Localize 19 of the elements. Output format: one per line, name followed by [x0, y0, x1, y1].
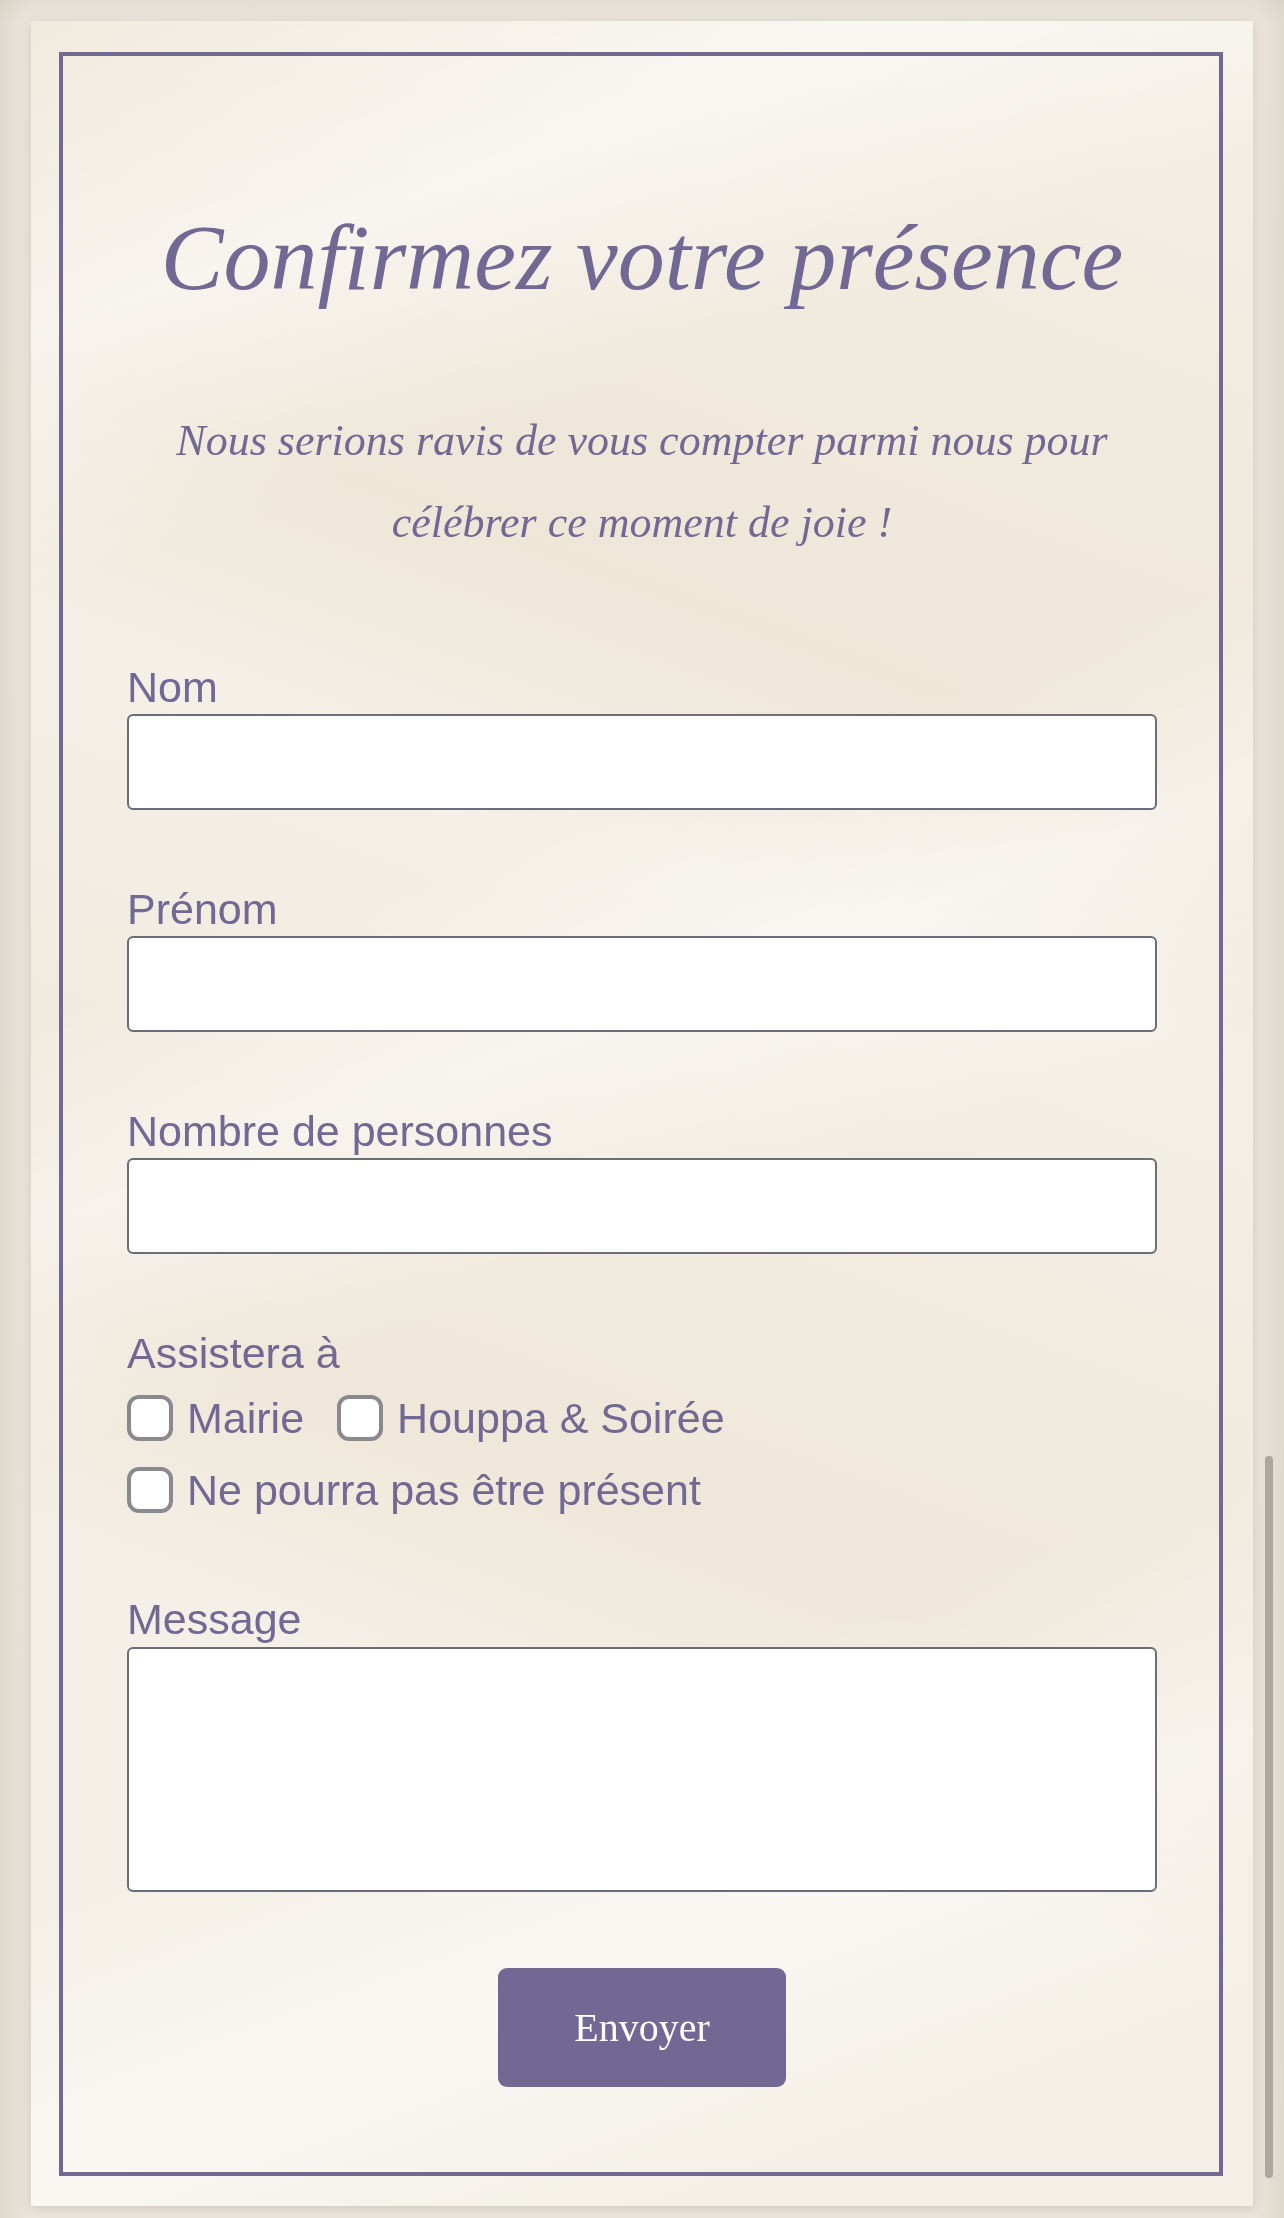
field-label: Prénom [127, 884, 278, 934]
field-label: Nom [127, 662, 218, 712]
field-label: Message [127, 1594, 302, 1644]
checkbox-label: Ne pourra pas être présent [187, 1465, 701, 1515]
scrollbar-thumb[interactable] [1265, 1456, 1273, 2178]
checkbox[interactable] [127, 1467, 173, 1513]
field-label: Assistera à [127, 1328, 340, 1378]
message-field[interactable] [127, 1647, 1157, 1892]
field-label: Nombre de personnes [127, 1106, 553, 1156]
checkbox-label: Houppa & Soirée [397, 1393, 725, 1443]
submit-button[interactable]: Envoyer [498, 1968, 786, 2087]
intro-text: Nous serions ravis de vous compter parmi nous pour célébrer ce moment de joie ! [175, 415, 1109, 549]
input-field[interactable] [127, 714, 1157, 810]
checkbox-label: Mairie [187, 1393, 305, 1443]
input-field[interactable] [127, 936, 1157, 1032]
page-title: Confirmez votre présence [160, 204, 1124, 311]
checkbox[interactable] [127, 1395, 173, 1441]
checkbox[interactable] [337, 1395, 384, 1441]
input-field[interactable] [127, 1158, 1157, 1254]
